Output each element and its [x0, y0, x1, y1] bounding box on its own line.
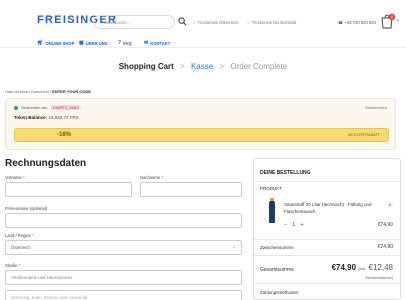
- total-label: Gesamtsumme: [260, 267, 294, 273]
- company-input[interactable]: [5, 213, 242, 228]
- phone-number: +43 720 820 820: [344, 20, 376, 25]
- nav-online-shop[interactable]: 🛒︎ ONLINE-SHOP: [37, 40, 74, 46]
- nav-about[interactable]: ▦ ÜBER UNS: [79, 40, 108, 46]
- qty-minus-button[interactable]: −: [284, 222, 289, 228]
- connected-label: Verbunden als:: [21, 105, 48, 110]
- order-summary: DEINE BESTELLUNG PRODUKT Sauerstoff 20 L…: [253, 158, 401, 300]
- coupon-prompt: Hast du einen Gutschein? ENTER YOUR CODE: [5, 89, 91, 94]
- country-label: Land / Region *: [5, 233, 34, 238]
- checkout-steps: Shopping Cart > Kasse > Order Complete: [0, 62, 406, 71]
- trust-germany-link[interactable]: ✓ Trockeneis Deutschland: [247, 20, 296, 25]
- order-title: DEINE BESTELLUNG: [260, 170, 311, 176]
- divider: [254, 255, 400, 256]
- vat-label: Mehrwertsteuer): [365, 276, 393, 280]
- nav-label: FAQ: [123, 40, 132, 46]
- remove-item-button[interactable]: ×: [387, 202, 393, 208]
- country-select[interactable]: Österreich ⌄: [5, 240, 242, 255]
- token-balance: Token-Balance: 16.846,72 FRX: [14, 115, 79, 120]
- divider: [254, 283, 400, 284]
- nav-label: ÜBER UNS: [85, 40, 108, 46]
- discount-bar: -18% AKTIVER RABATT: [14, 128, 389, 142]
- total-incl: (inkl.: [358, 267, 367, 271]
- trust-austria-link[interactable]: ✓ Trockeneis Österreich: [193, 20, 238, 25]
- qty-value[interactable]: 1: [292, 222, 297, 228]
- building-icon: ▦: [79, 40, 84, 46]
- chevron-down-icon: ⌄: [231, 244, 236, 250]
- payment-methods-label: Zahlungsmethoden: [260, 290, 299, 295]
- help-icon: ?: [118, 40, 122, 46]
- total-value: €74,90 (inkl. €12,48: [332, 263, 393, 272]
- divider: [254, 181, 400, 182]
- street2-input[interactable]: Wohnung, Suite, Zimmer usw. (optional): [5, 290, 242, 300]
- total-amount: €74,90: [331, 263, 357, 272]
- site-header: FREISINGER Produktsuche... ✓ Trockeneis …: [0, 0, 406, 48]
- nav-label: KONTAKT: [150, 40, 171, 46]
- phone-link[interactable]: ☎ +43 720 820 820: [338, 20, 376, 25]
- nav-faq[interactable]: ? FAQ: [118, 40, 132, 46]
- nav-contact[interactable]: ✉ KONTAKT: [144, 40, 170, 46]
- shopping-bag-icon: 0: [381, 13, 396, 29]
- step-shopping-cart[interactable]: Shopping Cart: [119, 62, 174, 71]
- coupon-code-badge: DIAPET_DINS: [50, 105, 82, 110]
- envelope-icon: ✉: [144, 40, 149, 46]
- nav-label: ONLINE-SHOP: [45, 40, 75, 46]
- coupon-prompt-text: Hast du einen Gutschein?: [5, 89, 52, 94]
- step-separator: >: [180, 62, 185, 71]
- coupon-box: Verbunden als: DIAPET_DINS Wiederrufen T…: [5, 98, 396, 150]
- lastname-input[interactable]: [140, 182, 242, 197]
- search-icon[interactable]: [178, 17, 187, 26]
- subtotal-value: €74,90: [377, 244, 393, 250]
- search-input[interactable]: Produktsuche...: [93, 15, 175, 29]
- country-value: Österreich: [11, 245, 31, 250]
- total-vat: €12,48: [368, 263, 393, 272]
- discount-percent: -18%: [57, 132, 72, 138]
- divider: [254, 239, 400, 240]
- status-dot: [14, 106, 18, 110]
- subtotal-label: Zwischensumme: [260, 245, 294, 250]
- quantity-stepper[interactable]: − 1 +: [284, 222, 305, 228]
- cart-icon: 🛒︎: [37, 40, 44, 46]
- chevron-down-icon: ⌄: [396, 17, 401, 23]
- cart-button[interactable]: 0 ⌄: [380, 13, 400, 29]
- product-price: €74,90: [377, 222, 393, 228]
- product-name[interactable]: Sauerstoff 20 Liter (technisch) - Füllun…: [284, 202, 380, 215]
- balance-label: Token-Balance:: [14, 115, 48, 120]
- phone-icon: ☎: [338, 20, 344, 25]
- connected-line: Verbunden als: DIAPET_DINS: [21, 105, 82, 110]
- company-label: Firmenname (optional): [5, 206, 48, 211]
- qty-plus-button[interactable]: +: [300, 222, 305, 228]
- enter-code-link[interactable]: ENTER YOUR CODE: [52, 89, 91, 94]
- product-header: PRODUKT: [260, 186, 283, 191]
- firstname-input[interactable]: [5, 182, 132, 197]
- product-image: [269, 198, 275, 223]
- firstname-label: Vorname *: [5, 175, 25, 180]
- balance-value: 16.846,72 FRX: [48, 115, 79, 120]
- lastname-label: Nachname *: [140, 175, 164, 180]
- street-input[interactable]: Straßenname und Hausnummer: [5, 270, 242, 285]
- step-order-complete: Order Complete: [230, 62, 288, 71]
- step-checkout: Kasse: [190, 62, 214, 71]
- discount-tag: AKTIVER RABATT: [348, 133, 380, 137]
- street-label: Straße *: [5, 263, 21, 268]
- step-separator: >: [219, 62, 225, 71]
- coupon-remove-link[interactable]: Wiederrufen: [365, 105, 387, 110]
- billing-title: Rechnungsdaten: [5, 158, 87, 169]
